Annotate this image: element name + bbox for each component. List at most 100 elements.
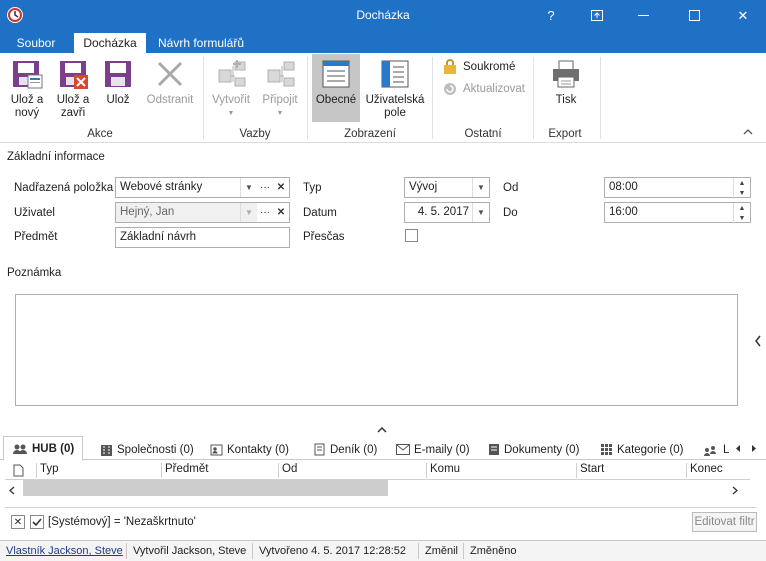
owner-link[interactable]: Vlastník Jackson, Steve — [6, 545, 123, 557]
save-button[interactable]: Ulož — [97, 58, 139, 107]
group-label-links: Vazby — [239, 128, 271, 140]
spin-up-icon[interactable]: ▲ — [734, 178, 750, 188]
minimize-button[interactable] — [620, 0, 666, 31]
user-clear-button[interactable]: ✕ — [273, 202, 290, 223]
save-and-new-label-2: nový — [14, 107, 40, 119]
tabs-scroll-right-icon[interactable] — [751, 442, 757, 456]
tab-journal[interactable]: Deník (0) — [313, 439, 377, 460]
tab-companies[interactable]: Společnosti (0) — [100, 439, 194, 460]
parent-field[interactable]: Webové stránky — [115, 177, 257, 198]
scroll-left-icon[interactable] — [8, 484, 15, 498]
document-type-icon — [13, 464, 24, 477]
email-icon — [396, 444, 410, 455]
overtime-checkbox[interactable] — [405, 229, 418, 242]
private-toggle[interactable]: Soukromé — [443, 59, 515, 74]
tab-form-design[interactable]: Návrh formulářů — [152, 33, 250, 53]
maximize-button[interactable] — [671, 0, 717, 31]
group-label-view: Zobrazení — [344, 128, 396, 140]
tab-more-label: L — [723, 443, 730, 456]
created-text: Vytvořeno 4. 5. 2017 12:28:52 — [259, 545, 406, 557]
attach-link-icon — [267, 61, 295, 87]
date-dropdown-icon[interactable]: ▼ — [472, 203, 489, 222]
spin-up-icon[interactable]: ▲ — [734, 203, 750, 213]
scroll-right-icon[interactable] — [732, 484, 739, 498]
from-field[interactable]: 08:00 — [604, 177, 751, 198]
categories-grid-icon — [601, 444, 612, 455]
delete-button[interactable]: Odstranit — [142, 58, 198, 107]
tab-hub-label: HUB (0) — [32, 442, 75, 455]
refresh-button[interactable]: Aktualizovat — [443, 82, 525, 96]
to-field[interactable]: 16:00 — [604, 202, 751, 223]
tab-hub[interactable]: HUB (0) — [3, 436, 84, 461]
save-and-new-button[interactable]: Ulož a nový — [4, 58, 50, 120]
printer-icon — [553, 60, 579, 88]
type-value: Vývoj — [409, 181, 438, 193]
column-to[interactable]: Komu — [426, 463, 576, 478]
filter-expression[interactable]: [Systémový] = 'Nezaškrtnuto' — [48, 516, 196, 528]
parent-dropdown-icon[interactable]: ▼ — [240, 178, 257, 197]
tabs-scroll-left-icon[interactable] — [735, 442, 741, 456]
note-textarea[interactable] — [15, 294, 738, 406]
collapse-panel-icon[interactable] — [377, 422, 387, 436]
user-field[interactable]: Hejný, Jan — [115, 202, 257, 223]
attach-dropdown-icon: ▼ — [276, 110, 284, 117]
modified-text: Změněno — [470, 545, 517, 557]
column-start[interactable]: Start — [576, 463, 686, 478]
date-label: Datum — [303, 207, 337, 219]
user-browse-button[interactable]: ··· — [257, 202, 274, 223]
parent-clear-button[interactable]: ✕ — [273, 177, 290, 198]
type-dropdown-icon[interactable]: ▼ — [472, 178, 489, 197]
general-view-button[interactable]: Obecné — [312, 54, 360, 122]
document-icon — [489, 444, 499, 455]
edit-filter-button[interactable]: Editovat filtr — [692, 512, 757, 532]
title-bar: Docházka ? ✕ — [0, 0, 766, 31]
users-icon — [704, 445, 716, 456]
to-spinner[interactable]: ▲ ▼ — [733, 203, 750, 224]
save-and-close-button[interactable]: Ulož a zavři — [50, 58, 96, 120]
tab-companies-label: Společnosti (0) — [117, 443, 194, 456]
column-type[interactable]: Typ — [36, 463, 161, 478]
from-spinner[interactable]: ▲ ▼ — [733, 178, 750, 199]
create-button[interactable]: Vytvořit ▼ — [208, 58, 254, 120]
print-button[interactable]: Tisk — [545, 58, 587, 107]
user-fields-button[interactable]: Uživatelská pole — [364, 58, 426, 120]
filter-enabled-checkbox[interactable] — [30, 515, 44, 529]
collapse-ribbon-icon[interactable] — [743, 127, 753, 138]
status-separator — [252, 543, 253, 559]
delete-x-icon — [157, 61, 183, 87]
subject-field[interactable]: Základní návrh — [115, 227, 290, 248]
column-subject[interactable]: Předmět — [161, 463, 278, 478]
ribbon: Ulož a nový Ulož a zavři Ulož Odstranit … — [0, 53, 766, 143]
column-end[interactable]: Konec — [686, 463, 750, 478]
attach-button[interactable]: Připojit ▼ — [258, 58, 302, 120]
overtime-label: Přesčas — [303, 231, 345, 243]
help-button[interactable]: ? — [528, 0, 574, 31]
restore-ribbon-button[interactable] — [574, 0, 620, 31]
group-label-other: Ostatní — [464, 128, 502, 140]
tab-emails[interactable]: E-maily (0) — [396, 439, 470, 460]
from-label: Od — [503, 182, 519, 194]
restore-icon — [591, 10, 603, 21]
journal-icon — [314, 443, 325, 456]
scroll-thumb[interactable] — [23, 480, 388, 496]
close-button[interactable]: ✕ — [720, 0, 766, 31]
tab-documents[interactable]: Dokumenty (0) — [488, 439, 579, 460]
user-dropdown-icon[interactable]: ▼ — [240, 203, 257, 222]
tab-attendance[interactable]: Docházka — [74, 33, 146, 53]
clear-filter-button[interactable]: ✕ — [11, 515, 25, 529]
lock-icon — [444, 59, 456, 74]
tab-file[interactable]: Soubor — [8, 33, 64, 53]
building-icon — [101, 445, 112, 456]
spin-down-icon[interactable]: ▼ — [734, 188, 750, 198]
maximize-icon — [688, 10, 700, 21]
tab-more[interactable]: L — [703, 439, 729, 460]
save-and-close-label-2: zavři — [60, 107, 86, 119]
parent-browse-button[interactable]: ··· — [257, 177, 274, 198]
spin-down-icon[interactable]: ▼ — [734, 213, 750, 223]
grid-horizontal-scrollbar[interactable] — [5, 480, 750, 496]
side-panel-toggle-icon[interactable] — [754, 335, 762, 350]
tab-categories[interactable]: Kategorie (0) — [600, 439, 683, 460]
column-from[interactable]: Od — [278, 463, 426, 478]
ribbon-tabs: Soubor Docházka Návrh formulářů — [0, 31, 766, 53]
tab-contacts[interactable]: Kontakty (0) — [210, 439, 289, 460]
